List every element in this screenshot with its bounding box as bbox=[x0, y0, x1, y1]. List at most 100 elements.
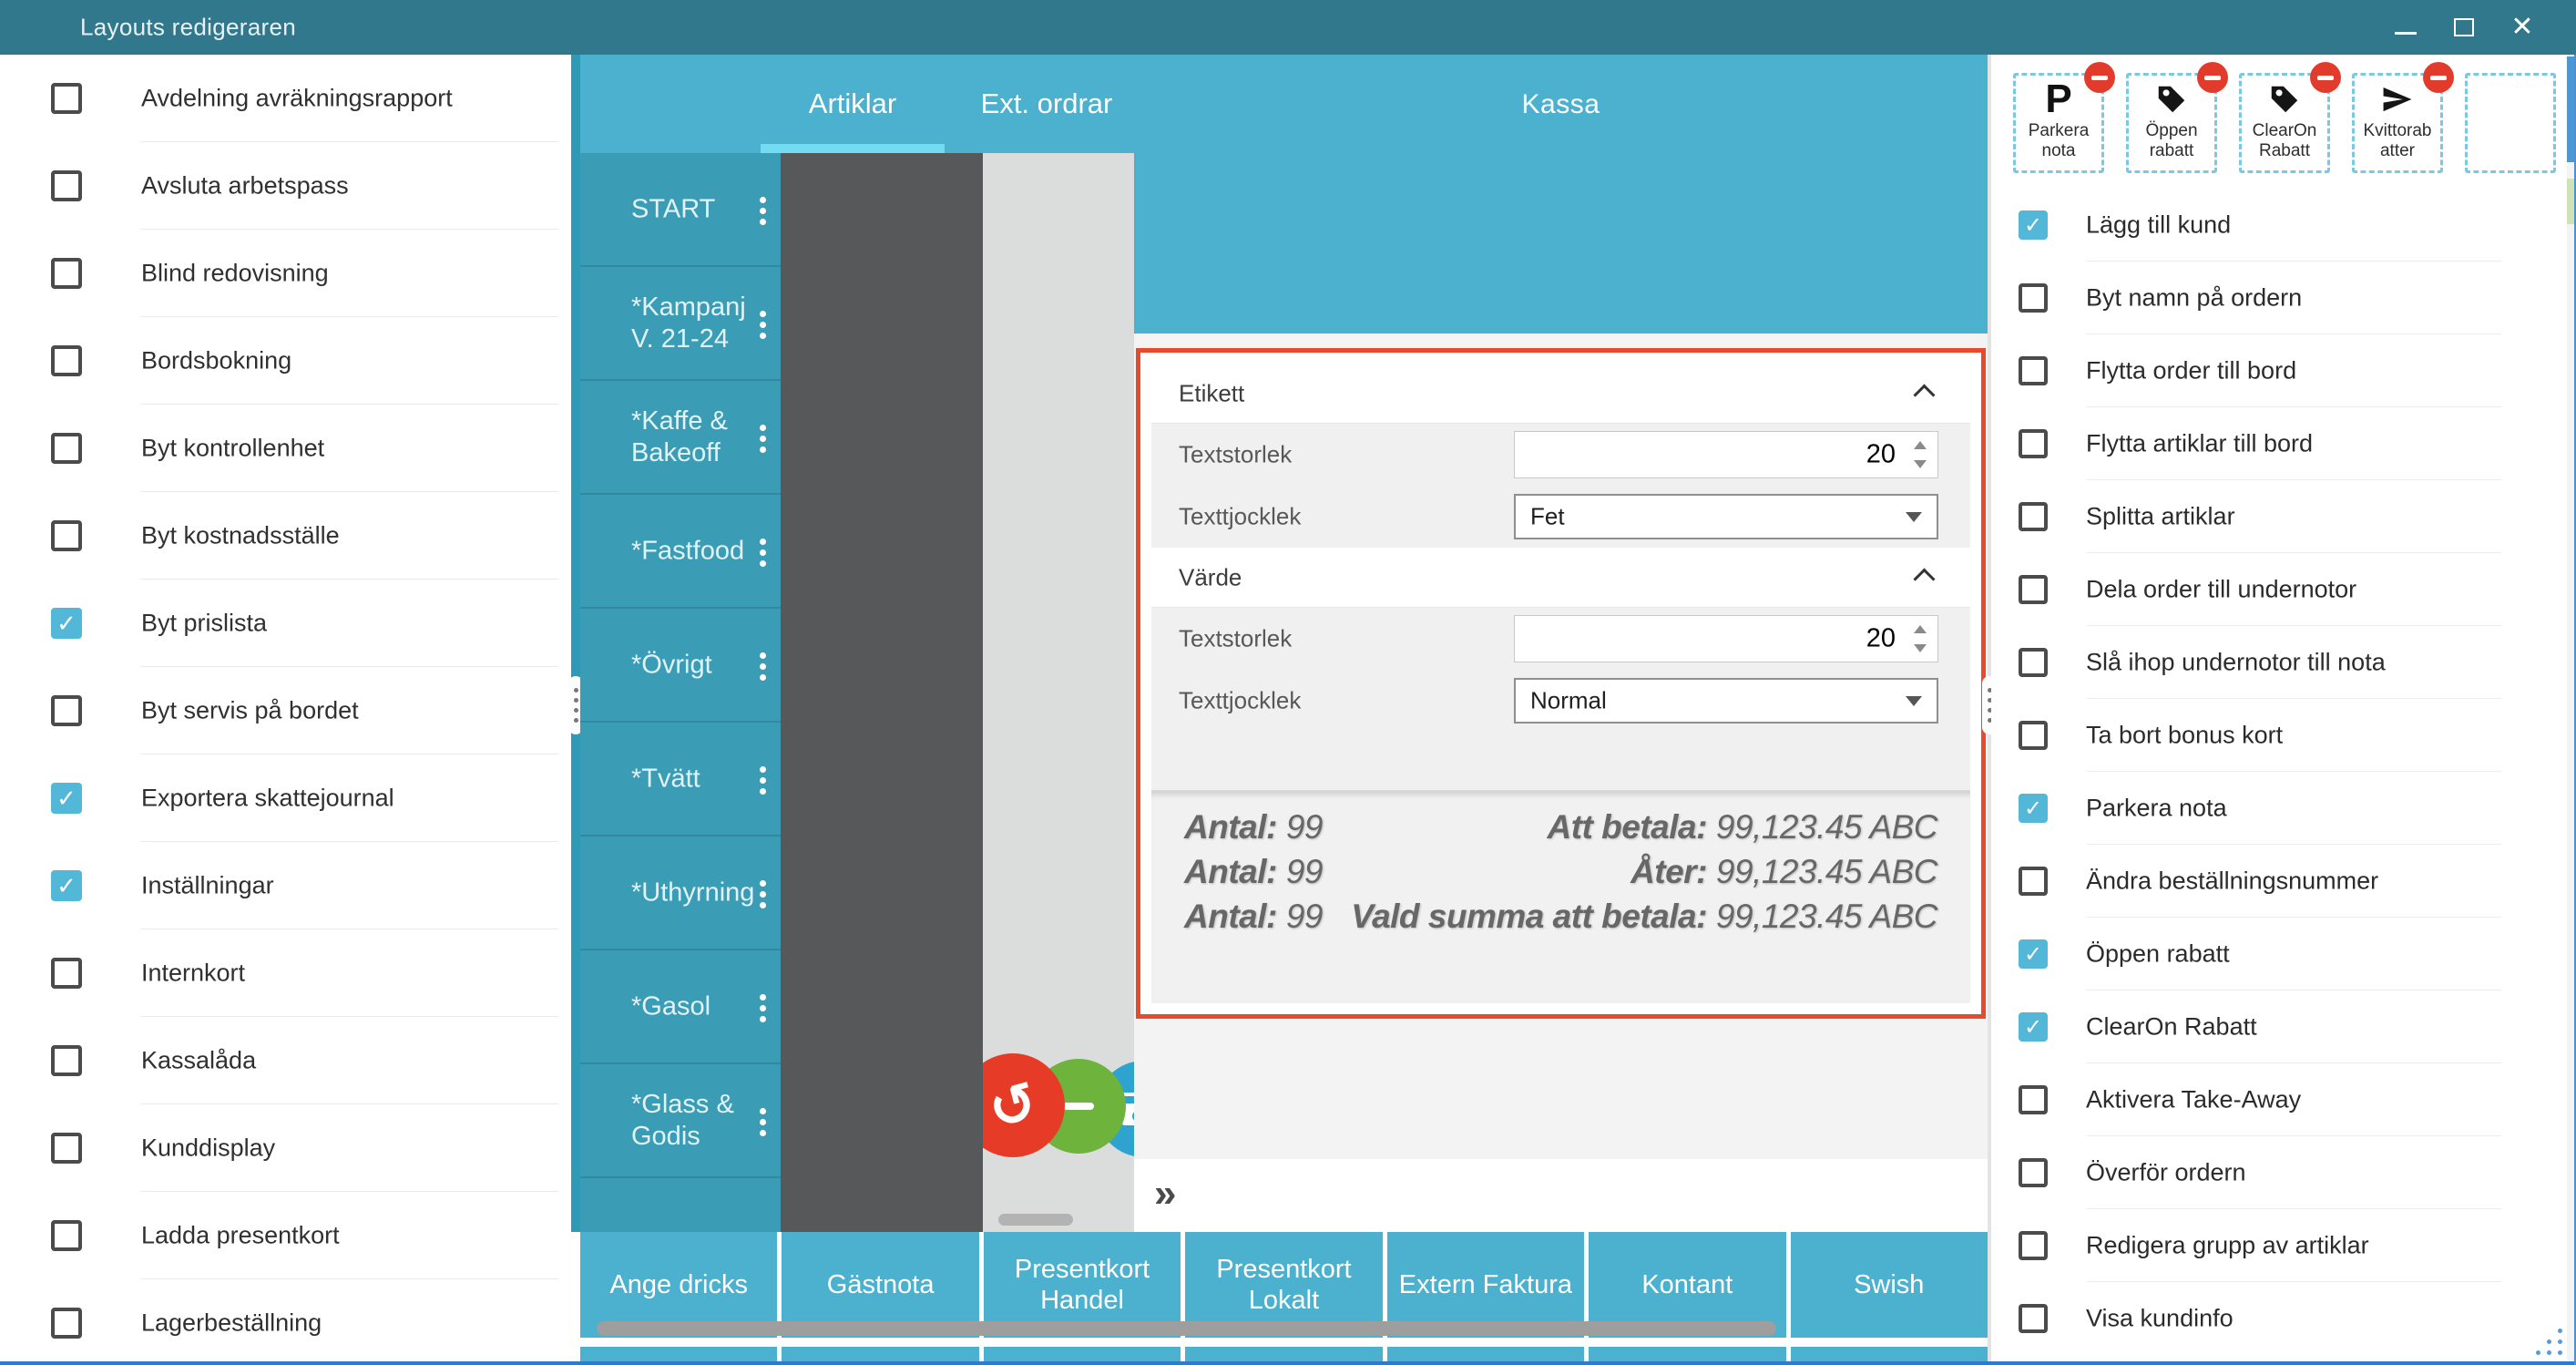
checkbox[interactable] bbox=[51, 870, 82, 901]
payment-button[interactable] bbox=[1791, 1347, 1988, 1361]
spinner-up-icon[interactable] bbox=[1914, 625, 1927, 633]
caret-down-icon bbox=[1906, 696, 1922, 706]
section-header[interactable]: Värde bbox=[1151, 548, 1970, 608]
checkbox-label: Överför ordern bbox=[2086, 1159, 2246, 1187]
checkbox-label: Kassalåda bbox=[141, 1047, 256, 1075]
checkbox[interactable] bbox=[2019, 502, 2048, 531]
spinner-down-icon[interactable] bbox=[1914, 644, 1927, 652]
article-side-area: ↺ bbox=[983, 153, 1134, 1232]
list-item: Aktivera Take-Away bbox=[1991, 1063, 2567, 1136]
expand-chevron-icon[interactable] bbox=[1154, 1171, 1176, 1216]
checkbox[interactable] bbox=[51, 958, 82, 989]
checkbox[interactable] bbox=[2019, 939, 2048, 969]
checkbox[interactable] bbox=[2019, 356, 2048, 385]
chevron-up-icon[interactable] bbox=[1913, 568, 1935, 590]
number-input[interactable]: 20 bbox=[1514, 431, 1938, 478]
checkbox[interactable] bbox=[2019, 1012, 2048, 1042]
quick-action-tile[interactable]: P Parkera nota bbox=[2013, 73, 2104, 173]
payment-button[interactable] bbox=[984, 1347, 1181, 1361]
kebab-menu-icon[interactable] bbox=[760, 311, 766, 317]
kebab-menu-icon[interactable] bbox=[760, 1108, 766, 1114]
list-item: Ta bort bonus kort bbox=[1991, 699, 2567, 772]
category-item[interactable]: *Tvätt bbox=[580, 723, 781, 836]
minimize-button[interactable] bbox=[2377, 0, 2435, 55]
right-scrollbar[interactable] bbox=[2567, 55, 2574, 1361]
kebab-menu-icon[interactable] bbox=[760, 425, 766, 431]
kebab-menu-icon[interactable] bbox=[760, 766, 766, 773]
remove-badge-icon[interactable] bbox=[2084, 62, 2115, 93]
payment-button[interactable] bbox=[1589, 1347, 1785, 1361]
checkbox[interactable] bbox=[51, 783, 82, 814]
checkbox[interactable] bbox=[51, 1220, 82, 1251]
checkbox[interactable] bbox=[2019, 1304, 2048, 1333]
checkbox[interactable] bbox=[2019, 429, 2048, 458]
section-header[interactable]: Etikett bbox=[1151, 364, 1970, 424]
payment-button[interactable] bbox=[1387, 1347, 1584, 1361]
list-item: Redigera grupp av artiklar bbox=[1991, 1209, 2567, 1282]
quick-action-tile[interactable] bbox=[2465, 73, 2556, 173]
checkbox[interactable] bbox=[51, 1045, 82, 1076]
quick-action-tile[interactable]: Kvittorab atter bbox=[2352, 73, 2443, 173]
checkbox[interactable] bbox=[51, 170, 82, 201]
checkbox[interactable] bbox=[51, 83, 82, 114]
setting-row: Textstorlek 20 bbox=[1151, 424, 1970, 486]
left-splitter[interactable] bbox=[571, 55, 580, 1232]
checkbox[interactable] bbox=[51, 520, 82, 551]
category-item[interactable]: *Kampanj V. 21-24 bbox=[580, 267, 781, 381]
checkbox[interactable] bbox=[51, 608, 82, 639]
section-title: Etikett bbox=[1179, 379, 1244, 407]
payment-button[interactable] bbox=[1185, 1347, 1382, 1361]
quick-action-tile[interactable]: ClearOn Rabatt bbox=[2239, 73, 2330, 173]
checkbox[interactable] bbox=[2019, 1158, 2048, 1187]
tab[interactable]: Ext. ordrar bbox=[969, 55, 1124, 153]
checkbox[interactable] bbox=[2019, 721, 2048, 750]
checkbox[interactable] bbox=[2019, 794, 2048, 823]
category-item[interactable]: *Övrigt bbox=[580, 609, 781, 723]
checkbox[interactable] bbox=[51, 1308, 82, 1339]
checkbox[interactable] bbox=[51, 1133, 82, 1164]
resize-grip-icon[interactable] bbox=[2536, 1329, 2563, 1356]
payment-button[interactable]: Swish bbox=[1791, 1232, 1988, 1338]
mini-scrollbar[interactable] bbox=[998, 1214, 1073, 1226]
kebab-menu-icon[interactable] bbox=[760, 652, 766, 659]
kebab-menu-icon[interactable] bbox=[760, 197, 766, 203]
checkbox[interactable] bbox=[2019, 867, 2048, 896]
checkbox[interactable] bbox=[2019, 648, 2048, 677]
category-item[interactable]: *Glass & Godis bbox=[580, 1064, 781, 1178]
checkbox[interactable] bbox=[2019, 1231, 2048, 1260]
category-item[interactable]: START bbox=[580, 153, 781, 267]
checkbox[interactable] bbox=[2019, 283, 2048, 313]
kebab-menu-icon[interactable] bbox=[760, 880, 766, 887]
quick-action-tile[interactable]: Öppen rabatt bbox=[2126, 73, 2217, 173]
checkbox[interactable] bbox=[2019, 210, 2048, 240]
checkbox[interactable] bbox=[2019, 575, 2048, 604]
spinner-up-icon[interactable] bbox=[1914, 441, 1927, 449]
checkbox[interactable] bbox=[51, 695, 82, 726]
maximize-button[interactable] bbox=[2435, 0, 2493, 55]
dropdown-select[interactable]: Fet bbox=[1514, 494, 1938, 539]
checkbox-label: Slå ihop undernotor till nota bbox=[2086, 649, 2386, 677]
close-button[interactable]: ✕ bbox=[2493, 0, 2551, 55]
remove-badge-icon[interactable] bbox=[2423, 62, 2454, 93]
remove-badge-icon[interactable] bbox=[2310, 62, 2341, 93]
remove-badge-icon[interactable] bbox=[2197, 62, 2228, 93]
number-input[interactable]: 20 bbox=[1514, 615, 1938, 662]
category-item[interactable]: *Gasol bbox=[580, 950, 781, 1064]
horizontal-scrollbar[interactable] bbox=[597, 1321, 1776, 1336]
scrollbar-thumb[interactable] bbox=[2567, 56, 2574, 162]
kebab-menu-icon[interactable] bbox=[760, 994, 766, 1001]
kebab-menu-icon[interactable] bbox=[760, 539, 766, 545]
dropdown-select[interactable]: Normal bbox=[1514, 678, 1938, 724]
payment-button[interactable] bbox=[580, 1347, 777, 1361]
category-item[interactable]: *Fastfood bbox=[580, 495, 781, 609]
spinner-down-icon[interactable] bbox=[1914, 460, 1927, 468]
checkbox[interactable] bbox=[51, 345, 82, 376]
checkbox[interactable] bbox=[51, 433, 82, 464]
category-item[interactable]: *Uthyrning bbox=[580, 836, 781, 950]
category-item[interactable]: *Kaffe & Bakeoff bbox=[580, 381, 781, 495]
checkbox[interactable] bbox=[51, 258, 82, 289]
tab[interactable]: Artiklar bbox=[761, 55, 945, 153]
checkbox[interactable] bbox=[2019, 1085, 2048, 1114]
chevron-up-icon[interactable] bbox=[1913, 384, 1935, 405]
payment-button[interactable] bbox=[782, 1347, 978, 1361]
